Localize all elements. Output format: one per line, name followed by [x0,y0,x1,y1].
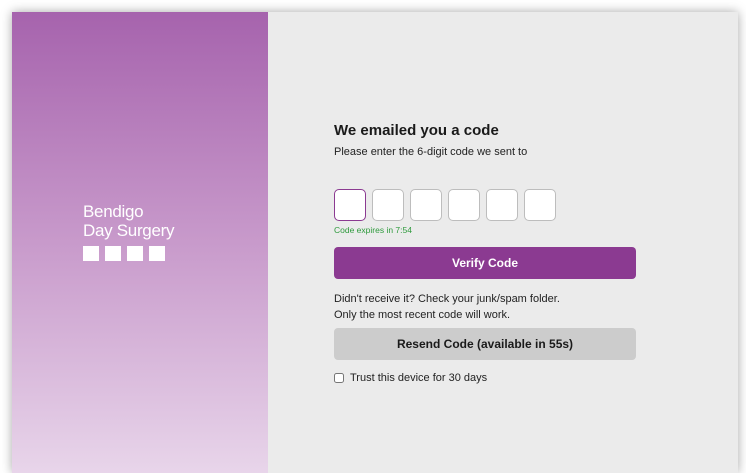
brand-square-icon [105,246,121,261]
help-line-recent: Only the most recent code will work. [334,309,511,321]
help-line-junk: Didn't receive it? Check your junk/spam … [334,293,560,305]
brand-name-line1: Bendigo [83,202,144,221]
brand-square-icon [127,246,143,261]
brand-square-icon [83,246,99,261]
code-digit-input-1[interactable] [334,189,366,221]
code-expiry-text: Code expires in 7:54 [334,225,412,235]
code-digit-input-3[interactable] [410,189,442,221]
brand-logo: Bendigo Day Surgery [83,202,174,261]
code-digit-input-2[interactable] [372,189,404,221]
verification-form: We emailed you a code Please enter the 6… [334,122,636,384]
code-digit-input-4[interactable] [448,189,480,221]
brand-squares [83,246,174,261]
page-title: We emailed you a code [334,122,499,139]
content-panel: We emailed you a code Please enter the 6… [268,12,738,473]
trust-device-option[interactable]: Trust this device for 30 days [334,372,636,384]
trust-device-checkbox[interactable] [334,373,344,383]
resend-code-button[interactable]: Resend Code (available in 55s) [334,328,636,360]
page-subtitle: Please enter the 6-digit code we sent to [334,146,528,158]
brand-panel: Bendigo Day Surgery [12,12,268,473]
code-digit-input-6[interactable] [524,189,556,221]
code-input-row [334,189,636,221]
verify-code-button[interactable]: Verify Code [334,247,636,279]
brand-name-line2: Day Surgery [83,221,175,240]
brand-square-icon [149,246,165,261]
code-digit-input-5[interactable] [486,189,518,221]
help-text: Didn't receive it? Check your junk/spam … [334,291,636,323]
trust-device-label: Trust this device for 30 days [350,372,488,384]
login-window: Bendigo Day Surgery We emailed you a cod… [12,12,738,473]
